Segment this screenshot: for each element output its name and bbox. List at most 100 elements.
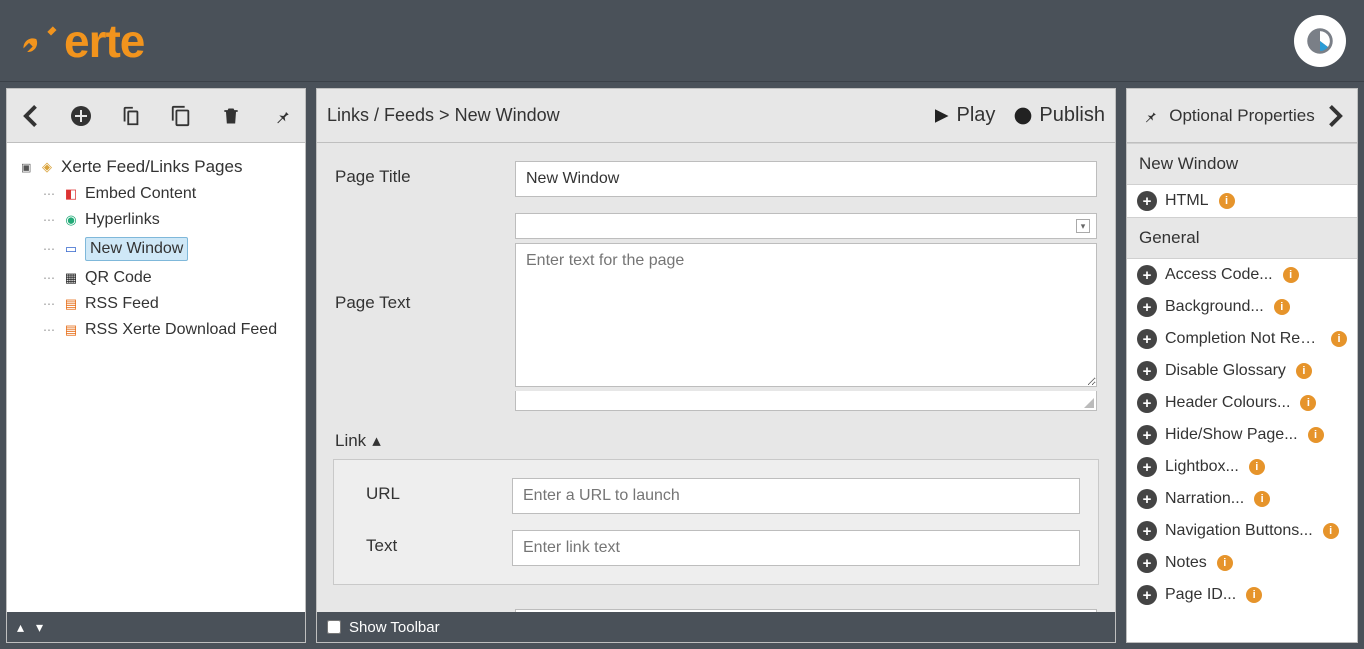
tree-connector: ⋯ (43, 323, 55, 337)
page-text-label: Page Text (335, 213, 515, 313)
property-label: Narration... (1165, 490, 1244, 508)
tree-item[interactable]: ⋯◉Hyperlinks (41, 207, 299, 233)
property-label: Completion Not Required (1165, 330, 1321, 348)
plus-icon: + (1137, 553, 1157, 573)
page-title-label: Page Title (335, 161, 515, 187)
property-label: Access Code... (1165, 266, 1273, 284)
main-area: ▣ ◈ Xerte Feed/Links Pages ⋯◧Embed Conte… (0, 82, 1364, 649)
property-label: Header Colours... (1165, 394, 1290, 412)
property-item[interactable]: +Page ID...i (1127, 579, 1357, 611)
property-item[interactable]: + Access Code... i (1127, 259, 1357, 291)
delete-button[interactable] (218, 101, 244, 131)
pin-right-icon[interactable] (1135, 101, 1165, 131)
tree-item[interactable]: ⋯▭New Window (41, 233, 299, 265)
play-button[interactable]: Play (932, 104, 995, 127)
property-item[interactable]: +Navigation Buttons...i (1127, 515, 1357, 547)
tree-connector: ⋯ (43, 271, 55, 285)
center-body: Page Title Page Text ▾ (317, 143, 1115, 612)
link-text-input[interactable] (512, 530, 1080, 566)
info-icon[interactable]: i (1283, 267, 1299, 283)
info-icon[interactable]: i (1323, 523, 1339, 539)
info-icon[interactable]: i (1254, 491, 1270, 507)
play-label: Play (956, 104, 995, 127)
breadcrumb: Links / Feeds > New Window (327, 105, 560, 126)
plus-icon: + (1137, 585, 1157, 605)
property-item[interactable]: + Header Colours... i (1127, 387, 1357, 419)
globe-icon: ◉ (63, 212, 79, 228)
logo-text: erte (64, 14, 144, 68)
publish-button[interactable]: Publish (1013, 104, 1105, 127)
property-item[interactable]: +Background...i (1127, 291, 1357, 323)
resize-handle[interactable] (515, 391, 1097, 411)
link-section: URL Text (333, 459, 1099, 585)
plus-icon: + (1137, 297, 1157, 317)
page-title-input[interactable] (515, 161, 1097, 197)
link-section-label[interactable]: Link ▴ (335, 431, 1097, 451)
add-button[interactable] (67, 101, 93, 131)
property-item[interactable]: + Lightbox... i (1127, 451, 1357, 483)
caret-up-icon: ▴ (372, 431, 381, 451)
page-text-input[interactable] (515, 243, 1097, 387)
move-down-icon[interactable]: ▾ (36, 619, 43, 636)
tree-item-label: QR Code (85, 269, 152, 287)
publish-label: Publish (1039, 104, 1105, 127)
tree-item[interactable]: ⋯▤RSS Xerte Download Feed (41, 317, 299, 343)
property-item[interactable]: +Narration...i (1127, 483, 1357, 515)
property-label: Notes (1165, 554, 1207, 572)
plus-icon: + (1137, 393, 1157, 413)
plus-icon: + (1137, 265, 1157, 285)
collapse-right-icon[interactable] (1321, 101, 1351, 131)
tree-item[interactable]: ⋯▤RSS Feed (41, 291, 299, 317)
right-panel: Optional Properties New Window +HTMLi Ge… (1126, 88, 1358, 643)
tree-root[interactable]: ▣ ◈ Xerte Feed/Links Pages (19, 153, 299, 181)
property-label: Navigation Buttons... (1165, 522, 1313, 540)
form-scroll[interactable]: Page Title Page Text ▾ (317, 143, 1115, 612)
tree-item-label: RSS Xerte Download Feed (85, 321, 277, 339)
tree-panel: ▣ ◈ Xerte Feed/Links Pages ⋯◧Embed Conte… (7, 143, 305, 612)
tree-connector: ⋯ (43, 187, 55, 201)
tree-item-label: RSS Feed (85, 295, 159, 313)
tree-item[interactable]: ⋯▦QR Code (41, 265, 299, 291)
url-label: URL (352, 478, 512, 504)
property-item[interactable]: +HTMLi (1127, 185, 1357, 217)
tree-item[interactable]: ⋯◧Embed Content (41, 181, 299, 207)
info-icon[interactable]: i (1274, 299, 1290, 315)
property-label: HTML (1165, 192, 1209, 210)
property-label: Disable Glossary (1165, 362, 1286, 380)
center-footer: Show Toolbar (317, 612, 1115, 642)
tree-item-label: Embed Content (85, 185, 196, 203)
info-icon[interactable]: i (1246, 587, 1262, 603)
info-icon[interactable]: i (1296, 363, 1312, 379)
property-label: Hide/Show Page... (1165, 426, 1298, 444)
info-icon[interactable]: i (1308, 427, 1324, 443)
pin-left-icon[interactable] (269, 101, 295, 131)
tree-root-label: Xerte Feed/Links Pages (61, 157, 242, 177)
plus-icon: + (1137, 457, 1157, 477)
copy-button[interactable] (168, 101, 194, 131)
property-label: Lightbox... (1165, 458, 1239, 476)
tree-connector: ⋯ (43, 242, 55, 256)
show-toolbar-checkbox[interactable] (327, 620, 341, 634)
right-body[interactable]: New Window +HTMLi General +Access Code..… (1127, 143, 1357, 642)
url-input[interactable] (512, 478, 1080, 514)
info-icon[interactable]: i (1331, 331, 1347, 347)
move-up-icon[interactable]: ▴ (17, 619, 24, 636)
center-header: Links / Feeds > New Window Play Publish (317, 89, 1115, 143)
collapse-left-icon[interactable] (17, 101, 43, 131)
plus-icon: + (1137, 329, 1157, 349)
property-item[interactable]: + Notesi (1127, 547, 1357, 579)
rss-icon: ▤ (63, 296, 79, 312)
property-item[interactable]: +Hide/Show Page...i (1127, 419, 1357, 451)
profile-badge[interactable] (1294, 15, 1346, 67)
duplicate-button[interactable] (118, 101, 144, 131)
richtext-toolbar[interactable]: ▾ (515, 213, 1097, 239)
left-toolbar (7, 89, 305, 143)
info-icon[interactable]: i (1219, 193, 1235, 209)
property-item[interactable]: +Disable Glossaryi (1127, 355, 1357, 387)
chevron-down-icon[interactable]: ▾ (1076, 219, 1090, 233)
property-item[interactable]: + Completion Not Required i (1127, 323, 1357, 355)
info-icon[interactable]: i (1249, 459, 1265, 475)
info-icon[interactable]: i (1217, 555, 1233, 571)
expand-icon[interactable]: ▣ (21, 161, 33, 174)
info-icon[interactable]: i (1300, 395, 1316, 411)
